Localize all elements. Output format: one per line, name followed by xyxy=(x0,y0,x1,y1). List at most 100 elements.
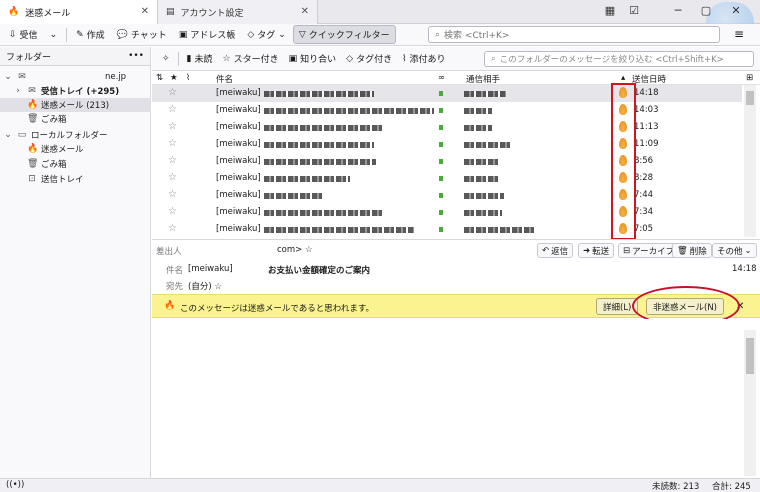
quick-filter-button[interactable]: ▽ クイックフィルター xyxy=(292,25,396,44)
main-toolbar: ⇩ 受信 ⌄ ✎ 作成 💬 チャット ▣ アドレス帳 ◇ タグ ⌄ ▽ クイックフィルター ⌕… xyxy=(0,24,760,46)
tag-icon: ◇ xyxy=(247,29,255,40)
folder-label: 迷惑メール xyxy=(41,145,84,155)
star-icon[interactable]: ☆ xyxy=(168,206,177,217)
table-row[interactable]: ☆ [meiwaku] 11:13 xyxy=(152,119,742,136)
table-row[interactable]: ☆ [meiwaku] 8:28 xyxy=(152,170,742,187)
star-icon[interactable]: ☆ xyxy=(168,155,177,166)
subject-prefix: [meiwaku] xyxy=(216,139,261,149)
filter-unread[interactable]: ▮ 未読 xyxy=(183,50,217,67)
redacted-sender xyxy=(464,142,510,148)
tab-junk[interactable]: 🔥 迷惑メール ✕ xyxy=(0,0,158,24)
tasks-icon[interactable]: ☑ xyxy=(626,4,642,20)
subject-prefix: [meiwaku] xyxy=(216,156,261,166)
star-icon[interactable]: ☆ xyxy=(168,104,177,115)
read-dot-icon xyxy=(439,142,443,147)
message-body-scrollbar[interactable] xyxy=(744,330,756,476)
to-label: 宛先 xyxy=(166,282,184,292)
table-row[interactable]: ☆ [meiwaku] 14:03 xyxy=(152,102,742,119)
date-column-header[interactable]: 送信日時 xyxy=(632,73,666,85)
date-cell: 7:44 xyxy=(634,190,654,200)
more-actions-button[interactable]: その他 ⌄ xyxy=(712,243,757,258)
star-icon[interactable]: ☆ xyxy=(168,138,177,149)
star-icon[interactable]: ☆ xyxy=(168,121,177,132)
to-value[interactable]: (自分) ☆ xyxy=(188,280,222,292)
table-row[interactable]: ☆ [meiwaku] 7:34 xyxy=(152,204,742,221)
quick-filter-label: クイックフィルター xyxy=(308,31,390,41)
folder-local-junk[interactable]: 🔥 迷惑メール xyxy=(27,142,84,156)
filter-label: スター付き xyxy=(233,55,279,65)
close-icon[interactable]: ✕ xyxy=(141,6,149,17)
correspondent-column-header[interactable]: 通信相手 xyxy=(466,73,500,85)
table-row[interactable]: ☆ [meiwaku] 11:09 xyxy=(152,136,742,153)
column-picker-icon[interactable]: ⊞ xyxy=(746,73,753,83)
address-book-button[interactable]: ▣ アドレス帳 xyxy=(174,26,241,43)
subject-prefix: [meiwaku] xyxy=(216,88,261,98)
more-options-button[interactable]: ••• xyxy=(128,51,144,61)
filter-tagged[interactable]: ◇ タグ付き xyxy=(342,50,396,67)
compose-button[interactable]: ✎ 作成 xyxy=(71,26,110,43)
scrollbar-thumb[interactable] xyxy=(746,91,754,105)
window-close-button[interactable]: ✕ xyxy=(728,4,744,20)
sticky-filter-button[interactable]: ✧ xyxy=(158,52,174,66)
chat-label: チャット xyxy=(130,31,167,41)
message-list-scrollbar[interactable] xyxy=(744,85,756,237)
redacted-subject xyxy=(264,91,374,97)
filter-search-input[interactable]: ⌕ このフォルダーのメッセージを絞り込む <Ctrl+Shift+K> xyxy=(484,51,754,67)
reply-label: 返信 xyxy=(551,246,569,257)
address-book-label: アドレス帳 xyxy=(190,31,236,41)
redacted-subject xyxy=(264,159,376,165)
folder-label: 受信トレイ (+295) xyxy=(41,87,120,97)
trash-icon: 🗑 xyxy=(677,245,688,256)
receive-dropdown[interactable]: ⌄ xyxy=(45,28,63,42)
app-menu-button[interactable]: ≡ xyxy=(734,27,744,41)
folder-trash[interactable]: 🗑 ごみ箱 xyxy=(27,112,67,126)
tab-account-settings[interactable]: ▤ アカウント設定 ✕ xyxy=(158,0,318,24)
thread-column-icon[interactable]: ⇅ xyxy=(156,73,163,83)
folder-label: ローカルフォルダー xyxy=(31,131,108,141)
table-row[interactable]: ☆ [meiwaku] 7:44 xyxy=(152,187,742,204)
attachment-column-icon[interactable]: ⌇ xyxy=(186,73,190,83)
delete-button[interactable]: 🗑 削除 xyxy=(672,243,712,258)
folder-label: ne.jp xyxy=(105,72,127,82)
filter-attachment[interactable]: ⌇ 添付あり xyxy=(398,50,449,67)
folder-account[interactable]: ⌄ ✉ ne.jp xyxy=(3,70,143,84)
redacted-sender xyxy=(464,210,502,216)
reply-button[interactable]: ↶ 返信 xyxy=(537,243,574,258)
table-row[interactable]: ☆ [meiwaku] 14:18 xyxy=(152,85,742,102)
folder-inbox[interactable]: › ✉ 受信トレイ (+295) xyxy=(13,84,151,98)
star-icon[interactable]: ☆ xyxy=(168,87,177,98)
folder-junk[interactable]: 🔥 迷惑メール (213) xyxy=(0,98,151,112)
tag-button[interactable]: ◇ タグ ⌄ xyxy=(242,26,290,43)
maximize-button[interactable]: ▢ xyxy=(698,4,714,20)
chat-button[interactable]: 💬 チャット xyxy=(112,26,172,43)
redacted-subject xyxy=(264,125,384,131)
close-icon[interactable]: ✕ xyxy=(301,6,309,17)
receive-button[interactable]: ⇩ 受信 xyxy=(4,26,43,43)
archive-button[interactable]: ⊟ アーカイブ xyxy=(618,243,680,258)
flame-icon: 🔥 xyxy=(27,100,39,110)
star-icon[interactable]: ☆ xyxy=(168,223,177,234)
read-dot-icon xyxy=(439,227,443,232)
scrollbar-thumb[interactable] xyxy=(746,338,754,374)
forward-button[interactable]: ➜ 転送 xyxy=(578,243,615,258)
from-value[interactable]: com> ☆ xyxy=(277,245,313,255)
folder-local-trash[interactable]: 🗑 ごみ箱 xyxy=(27,157,67,171)
star-icon[interactable]: ☆ xyxy=(168,172,177,183)
redacted-sender xyxy=(464,91,506,97)
table-row[interactable]: ☆ [meiwaku] 7:05 xyxy=(152,221,742,238)
star-icon[interactable]: ☆ xyxy=(168,189,177,200)
minimize-button[interactable]: ─ xyxy=(670,4,686,20)
junk-column-icon[interactable]: ▴ xyxy=(621,73,625,83)
folder-outbox[interactable]: ⊡ 送信トレイ xyxy=(27,172,84,186)
subject-prefix: [meiwaku] xyxy=(188,264,233,274)
folder-local[interactable]: ⌄ ▭ ローカルフォルダー xyxy=(3,128,108,142)
star-column-icon[interactable]: ★ xyxy=(170,73,178,83)
filter-contacts[interactable]: ▣ 知り合い xyxy=(285,50,341,67)
read-status-column-icon[interactable]: ∞ xyxy=(438,73,445,83)
subject-column-header[interactable]: 件名 xyxy=(216,73,233,85)
calendar-icon[interactable]: ▦ xyxy=(602,4,618,20)
filter-starred[interactable]: ☆ スター付き xyxy=(219,50,283,67)
folder-label: 送信トレイ xyxy=(41,175,84,185)
table-row[interactable]: ☆ [meiwaku] 8:56 xyxy=(152,153,742,170)
search-input[interactable]: ⌕ 検索 <Ctrl+K> xyxy=(428,26,720,43)
